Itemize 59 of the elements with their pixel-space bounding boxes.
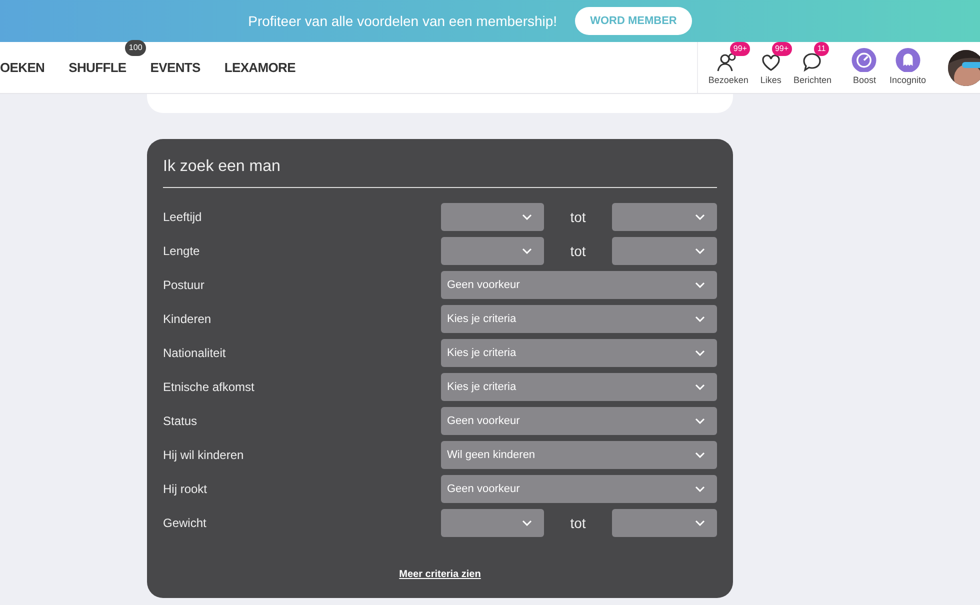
field-label: Kinderen xyxy=(163,311,212,328)
dropdown-field[interactable] xyxy=(612,509,717,537)
ghost-icon xyxy=(894,48,921,72)
dropdown-field[interactable] xyxy=(612,237,717,265)
field-label: Postuur xyxy=(163,277,206,294)
dropdown-field[interactable]: Wil geen kinderen xyxy=(441,441,717,469)
dropdown-field[interactable] xyxy=(612,203,717,231)
field-label: Gewicht xyxy=(163,515,208,532)
dropdown-field[interactable]: Geen voorkeur xyxy=(441,475,717,503)
chevron-down-icon xyxy=(522,214,532,220)
chevron-down-icon xyxy=(695,248,705,254)
dropdown-field[interactable]: Kies je criteria xyxy=(441,373,717,401)
count-badge: 99+ xyxy=(730,42,750,56)
field-label: Etnische afkomst xyxy=(163,379,256,396)
nav-link[interactable]: LEXAMORE xyxy=(224,60,296,74)
chevron-down-icon xyxy=(695,520,705,526)
panel-title: Ik zoek een man xyxy=(163,155,717,188)
chevron-down-icon xyxy=(522,520,532,526)
range-separator: tot xyxy=(569,208,587,226)
dropdown-field[interactable]: Geen voorkeur xyxy=(441,271,717,299)
field-label: Status xyxy=(163,413,198,430)
speech-bubble-icon xyxy=(802,52,822,72)
action-label[interactable]: Berichten xyxy=(793,74,832,88)
field-label: Hij rookt xyxy=(163,481,208,498)
chevron-down-icon xyxy=(695,350,705,356)
more-criteria-link[interactable]: Meer criteria zien xyxy=(399,567,481,582)
chevron-down-icon xyxy=(695,486,705,492)
count-badge: 99+ xyxy=(772,42,792,56)
chevron-down-icon xyxy=(522,248,532,254)
chevron-down-icon xyxy=(695,214,705,220)
dropdown-field[interactable] xyxy=(441,203,544,231)
count-badge: 11 xyxy=(814,42,829,56)
dropdown-field[interactable] xyxy=(441,237,544,265)
range-separator: tot xyxy=(569,242,587,260)
action-label[interactable]: Incognito xyxy=(889,74,926,88)
nav-link[interactable]: EVENTS xyxy=(150,60,200,74)
field-label: Leeftijd xyxy=(163,209,203,226)
heart-icon xyxy=(760,54,781,72)
chevron-down-icon xyxy=(695,316,705,322)
dropdown-field[interactable]: Kies je criteria xyxy=(441,305,717,333)
field-label: Nationaliteit xyxy=(163,345,227,362)
field-label: Hij wil kinderen xyxy=(163,447,245,464)
gauge-icon xyxy=(851,48,878,72)
field-label: Lengte xyxy=(163,243,201,260)
dropdown-field[interactable]: Geen voorkeur xyxy=(441,407,717,435)
chevron-down-icon xyxy=(695,418,705,424)
range-separator: tot xyxy=(569,514,587,532)
dropdown-field[interactable] xyxy=(441,509,544,537)
banner-text: Profiteer van alle voordelen van een membership! xyxy=(248,12,558,31)
nav-link[interactable]: SHUFFLE xyxy=(68,60,126,74)
avatar[interactable] xyxy=(948,50,980,86)
action-label[interactable]: Bezoeken xyxy=(708,74,748,88)
chevron-down-icon xyxy=(695,452,705,458)
action-label[interactable]: Likes xyxy=(760,74,782,88)
nav-link[interactable]: OEKEN xyxy=(0,60,45,74)
dropdown-field[interactable]: Kies je criteria xyxy=(441,339,717,367)
action-label[interactable]: Boost xyxy=(852,74,876,88)
chevron-down-icon xyxy=(695,384,705,390)
chevron-down-icon xyxy=(695,282,705,288)
